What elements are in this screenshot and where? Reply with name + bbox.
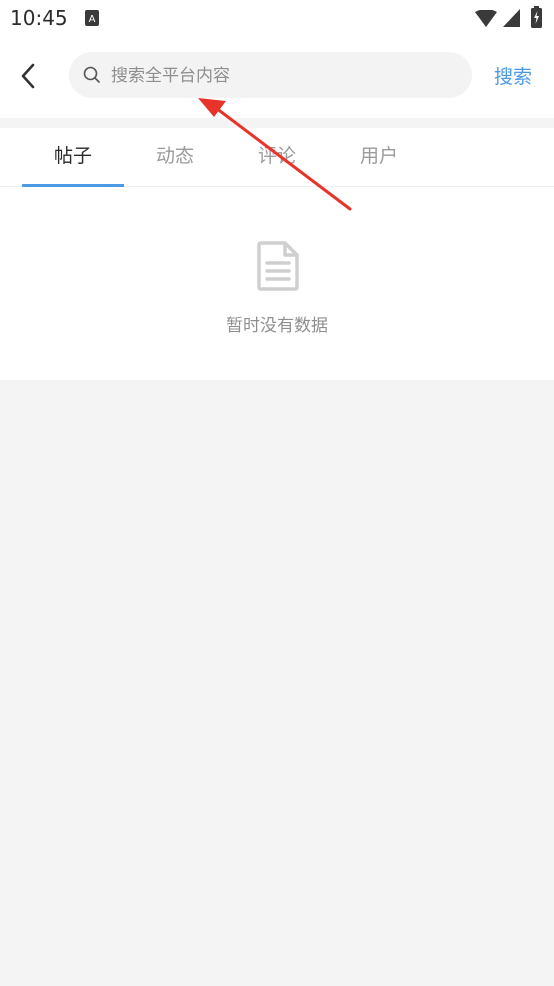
signal-icon xyxy=(503,9,520,27)
status-bar: 10:45 A xyxy=(0,0,554,38)
document-icon xyxy=(257,241,299,291)
search-button[interactable]: 搜索 xyxy=(494,62,532,89)
search-icon xyxy=(83,66,100,83)
tab-users[interactable]: 用户 xyxy=(328,128,430,186)
tab-posts-label: 帖子 xyxy=(53,145,92,167)
tab-activity-label: 动态 xyxy=(155,145,194,167)
tab-users-label: 用户 xyxy=(359,145,398,167)
tab-comments[interactable]: 评论 xyxy=(226,128,328,186)
empty-state-message: 暂时没有数据 xyxy=(226,316,328,336)
search-input[interactable] xyxy=(109,52,463,100)
search-box[interactable] xyxy=(69,52,472,100)
tab-comments-label: 评论 xyxy=(257,145,296,167)
back-button[interactable] xyxy=(8,56,48,96)
notification-a-icon: A xyxy=(85,10,99,26)
tab-activity[interactable]: 动态 xyxy=(124,128,226,186)
svg-text:A: A xyxy=(89,14,96,25)
tab-posts[interactable]: 帖子 xyxy=(22,128,124,186)
content-area: 暂时没有数据 xyxy=(0,187,554,380)
chevron-left-icon xyxy=(21,63,35,89)
search-header: 搜索 xyxy=(0,38,554,118)
tab-bar: 帖子 动态 评论 用户 xyxy=(0,128,554,187)
status-time: 10:45 xyxy=(10,6,68,30)
battery-icon xyxy=(531,6,542,28)
wifi-icon xyxy=(475,10,497,27)
